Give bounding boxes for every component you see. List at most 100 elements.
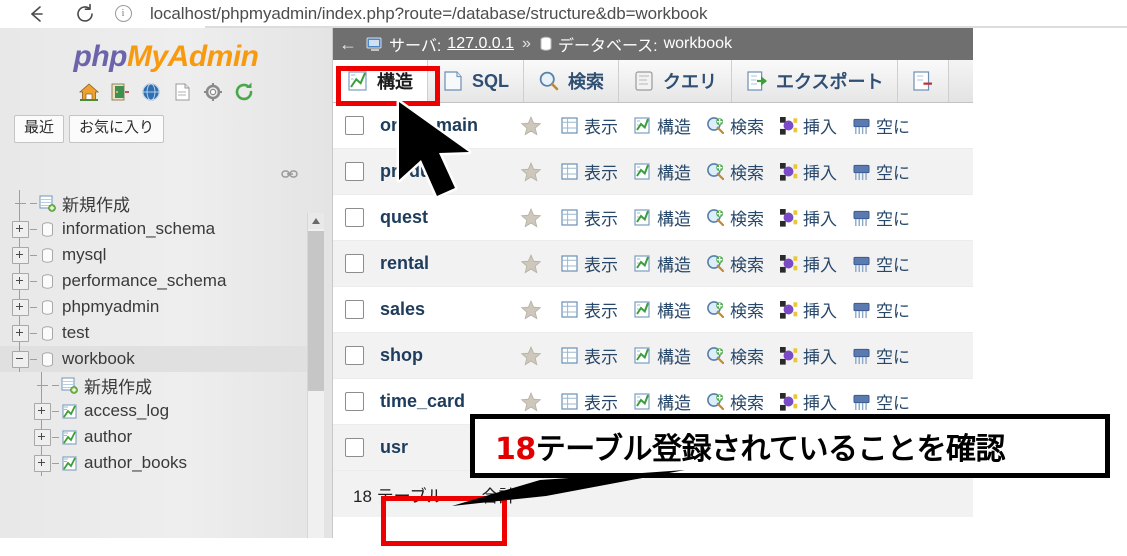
table-name-link[interactable]: quest [380, 207, 520, 228]
favorites-tab[interactable]: お気に入り [69, 115, 165, 143]
tab-エクスポート[interactable]: エクスポート [732, 60, 899, 102]
recent-tab[interactable]: 最近 [14, 115, 65, 143]
table-name-link[interactable]: shop [380, 345, 520, 366]
tree-expander[interactable] [10, 245, 30, 265]
row-action-検索[interactable]: 検索 [706, 251, 764, 276]
info-circle-icon[interactable]: i [112, 3, 134, 25]
row-checkbox[interactable] [345, 346, 364, 365]
tree-expander[interactable] [10, 323, 30, 343]
back-arrow-icon[interactable] [22, 1, 52, 27]
row-action-挿入[interactable]: 挿入 [779, 297, 837, 322]
row-checkbox[interactable] [345, 300, 364, 319]
row-action-検索[interactable]: 検索 [706, 297, 764, 322]
favorite-star-icon[interactable] [520, 161, 542, 183]
settings-gear-icon[interactable] [202, 81, 224, 103]
row-action-挿入[interactable]: 挿入 [779, 205, 837, 230]
row-action-空に[interactable]: 空に [852, 251, 910, 276]
table-row[interactable]: rental 表示 構造 検索 挿入 空に [333, 241, 973, 287]
tab-構造[interactable]: 構造 [333, 60, 428, 102]
favorite-star-icon[interactable] [520, 345, 542, 367]
breadcrumb-db-value[interactable]: workbook [664, 35, 732, 53]
tree-item-新規作成[interactable]: 新規作成 [0, 372, 310, 398]
scroll-up-arrow-icon[interactable] [308, 213, 324, 229]
row-checkbox[interactable] [345, 438, 364, 457]
favorite-star-icon[interactable] [520, 299, 542, 321]
tree-expander[interactable] [10, 219, 30, 239]
phpmyadmin-logo[interactable]: phpMyAdmin [0, 28, 332, 74]
tab-import-icon[interactable] [898, 60, 950, 102]
tree-item-phpmyadmin[interactable]: phpmyadmin [0, 294, 310, 320]
row-action-構造[interactable]: 構造 [633, 343, 691, 368]
favorite-star-icon[interactable] [520, 391, 542, 413]
row-action-構造[interactable]: 構造 [633, 113, 691, 138]
favorite-star-icon[interactable] [520, 207, 542, 229]
reload-circle-icon[interactable] [233, 81, 255, 103]
row-action-表示[interactable]: 表示 [560, 159, 618, 184]
tree-expander[interactable] [32, 427, 52, 447]
address-bar[interactable]: i localhost/phpmyadmin/index.php?route=/… [112, 1, 1127, 27]
table-row[interactable]: shop 表示 構造 検索 挿入 空に [333, 333, 973, 379]
row-action-空に[interactable]: 空に [852, 343, 910, 368]
row-action-構造[interactable]: 構造 [633, 389, 691, 414]
tab-SQL[interactable]: SQL [428, 60, 525, 102]
tree-expander[interactable] [32, 401, 52, 421]
row-checkbox[interactable] [345, 208, 364, 227]
row-action-挿入[interactable]: 挿入 [779, 389, 837, 414]
row-action-表示[interactable]: 表示 [560, 251, 618, 276]
table-name-link[interactable]: sales [380, 299, 520, 320]
chain-link-icon[interactable] [279, 166, 301, 182]
row-action-表示[interactable]: 表示 [560, 113, 618, 138]
table-row[interactable]: quest 表示 構造 検索 挿入 空に [333, 195, 973, 241]
tree-item-author_books[interactable]: author_books [0, 450, 310, 476]
row-action-検索[interactable]: 検索 [706, 343, 764, 368]
sql-doc-icon[interactable] [171, 81, 193, 103]
tree-expander[interactable] [32, 453, 52, 473]
tree-item-performance_schema[interactable]: performance_schema [0, 268, 310, 294]
row-action-構造[interactable]: 構造 [633, 251, 691, 276]
tree-item-test[interactable]: test [0, 320, 310, 346]
row-action-表示[interactable]: 表示 [560, 297, 618, 322]
tree-item-access_log[interactable]: access_log [0, 398, 310, 424]
tree-item-mysql[interactable]: mysql [0, 242, 310, 268]
table-row[interactable]: order_main 表示 構造 検索 挿入 空に [333, 103, 973, 149]
row-action-挿入[interactable]: 挿入 [779, 159, 837, 184]
help-globe-icon[interactable] [140, 81, 162, 103]
scrollbar-thumb[interactable] [308, 231, 324, 391]
row-action-空に[interactable]: 空に [852, 205, 910, 230]
tree-item-workbook[interactable]: workbook [0, 346, 310, 372]
row-action-検索[interactable]: 検索 [706, 159, 764, 184]
home-icon[interactable] [78, 81, 100, 103]
tree-expander[interactable] [10, 349, 30, 369]
table-name-link[interactable]: order_main [380, 115, 520, 136]
tree-expander[interactable] [10, 271, 30, 291]
row-action-挿入[interactable]: 挿入 [779, 251, 837, 276]
tab-クエリ[interactable]: クエリ [619, 60, 733, 102]
row-action-検索[interactable]: 検索 [706, 113, 764, 138]
table-row[interactable]: sales 表示 構造 検索 挿入 空に [333, 287, 973, 333]
reload-icon[interactable] [70, 1, 100, 27]
row-action-構造[interactable]: 構造 [633, 159, 691, 184]
row-action-検索[interactable]: 検索 [706, 205, 764, 230]
row-action-空に[interactable]: 空に [852, 159, 910, 184]
row-action-表示[interactable]: 表示 [560, 205, 618, 230]
tree-item-author[interactable]: author [0, 424, 310, 450]
table-name-link[interactable]: time_card [380, 391, 520, 412]
row-action-表示[interactable]: 表示 [560, 389, 618, 414]
tree-expander[interactable] [10, 297, 30, 317]
row-action-挿入[interactable]: 挿入 [779, 343, 837, 368]
table-row[interactable]: product 表示 構造 検索 挿入 空に [333, 149, 973, 195]
favorite-star-icon[interactable] [520, 115, 542, 137]
row-action-空に[interactable]: 空に [852, 297, 910, 322]
table-name-link[interactable]: product [380, 161, 520, 182]
sidebar-scrollbar[interactable] [307, 213, 324, 538]
logout-icon[interactable] [109, 81, 131, 103]
row-action-挿入[interactable]: 挿入 [779, 113, 837, 138]
row-checkbox[interactable] [345, 254, 364, 273]
tree-item-新規作成[interactable]: 新規作成 [0, 190, 310, 216]
table-name-link[interactable]: rental [380, 253, 520, 274]
row-checkbox[interactable] [345, 392, 364, 411]
row-checkbox[interactable] [345, 116, 364, 135]
tab-検索[interactable]: 検索 [524, 60, 620, 102]
row-action-構造[interactable]: 構造 [633, 297, 691, 322]
row-action-空に[interactable]: 空に [852, 389, 910, 414]
